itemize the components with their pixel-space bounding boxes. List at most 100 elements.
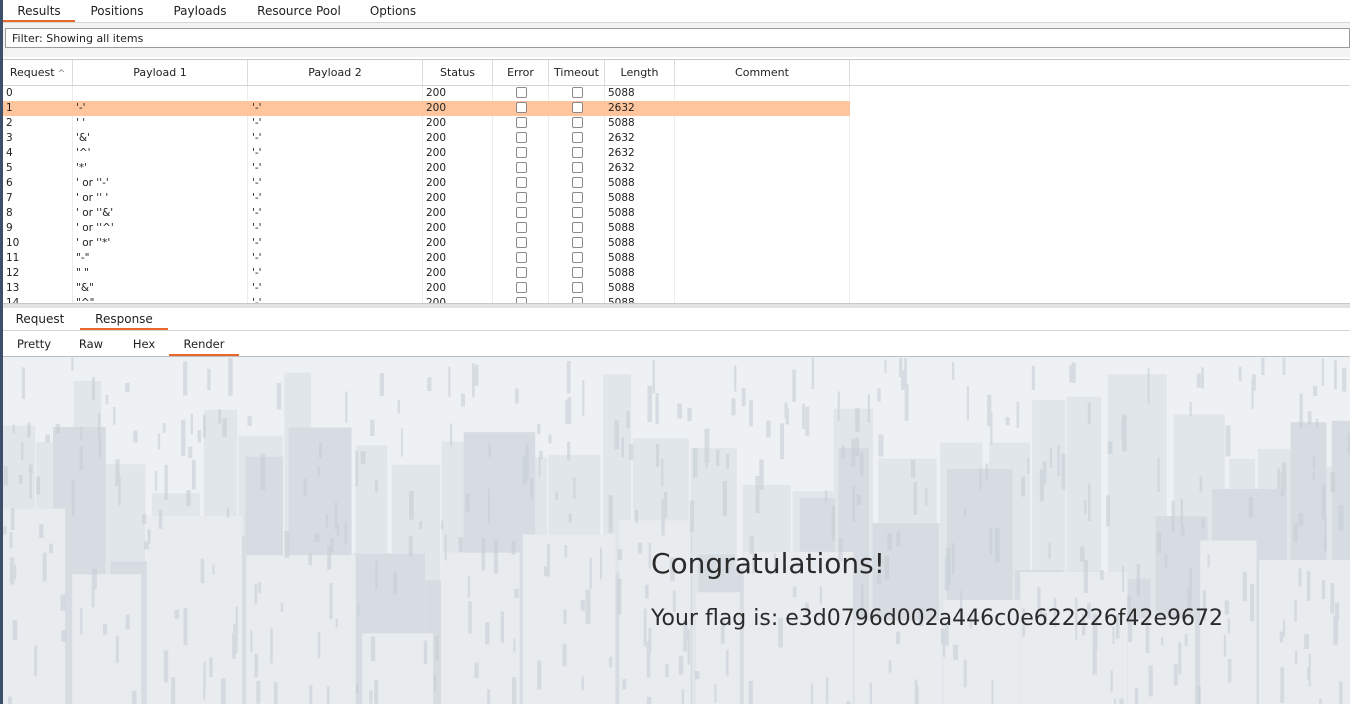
cell-payload2: '-' <box>252 102 262 114</box>
cell-request: 9 <box>6 222 13 234</box>
cell-length: 2632 <box>608 162 635 174</box>
cell-payload2: '-' <box>252 162 262 174</box>
table-row[interactable]: 2 ' ' '-' 200 5088 <box>3 116 850 131</box>
cell-length: 5088 <box>608 177 635 189</box>
table-row[interactable]: 1 '-' '-' 200 2632 <box>3 101 850 116</box>
cell-payload2: '-' <box>252 282 262 294</box>
cell-payload1: '^' <box>76 147 91 159</box>
rendered-response: Congratulations! Your flag is: e3d0796d0… <box>3 357 1350 704</box>
cell-payload2: '-' <box>252 177 262 189</box>
error-checkbox <box>516 192 527 203</box>
cell-length: 2632 <box>608 147 635 159</box>
cell-payload2: '-' <box>252 237 262 249</box>
cell-status: 200 <box>426 132 447 144</box>
cell-status: 200 <box>426 87 447 99</box>
timeout-checkbox <box>572 282 583 293</box>
cell-status: 200 <box>426 102 447 114</box>
column-header-error[interactable]: Error <box>493 60 549 85</box>
cell-payload1: '&' <box>76 132 90 144</box>
cell-status: 200 <box>426 237 447 249</box>
timeout-checkbox <box>572 237 583 248</box>
column-header-label: Request <box>9 66 55 79</box>
cell-length: 2632 <box>608 102 635 114</box>
cell-length: 5088 <box>608 252 635 264</box>
error-checkbox <box>516 177 527 188</box>
tab-options[interactable]: Options <box>361 0 425 21</box>
timeout-checkbox <box>572 252 583 263</box>
cell-status: 200 <box>426 282 447 294</box>
timeout-checkbox <box>572 132 583 143</box>
column-header-status[interactable]: Status <box>423 60 493 85</box>
table-row[interactable]: 9 ' or ''^' '-' 200 5088 <box>3 221 850 236</box>
timeout-checkbox <box>572 207 583 218</box>
table-body: 0 200 5088 1 '-' '-' 200 2632 2 ' ' '-' 200 5088 3 '&'… <box>3 86 1350 304</box>
timeout-checkbox <box>572 162 583 173</box>
table-row[interactable]: 0 200 5088 <box>3 86 850 101</box>
cell-status: 200 <box>426 192 447 204</box>
cell-status: 200 <box>426 222 447 234</box>
cell-payload2: '-' <box>252 132 262 144</box>
error-checkbox <box>516 117 527 128</box>
table-row[interactable]: 10 ' or ''*' '-' 200 5088 <box>3 236 850 251</box>
tab-positions[interactable]: Positions <box>83 0 151 21</box>
column-header-timeout[interactable]: Timeout <box>549 60 605 85</box>
tab-resource-pool[interactable]: Resource Pool <box>247 0 351 21</box>
congratulations-heading: Congratulations! <box>651 547 885 580</box>
table-row[interactable]: 12 " " '-' 200 5088 <box>3 266 850 281</box>
timeout-checkbox <box>572 177 583 188</box>
filter-bar[interactable]: Filter: Showing all items <box>5 28 1350 48</box>
cell-length: 5088 <box>608 87 635 99</box>
cell-payload1: ' or '' ' <box>76 192 109 204</box>
timeout-checkbox <box>572 102 583 113</box>
cell-status: 200 <box>426 267 447 279</box>
tab-hex[interactable]: Hex <box>119 333 169 355</box>
column-header-length[interactable]: Length <box>605 60 675 85</box>
cell-request: 12 <box>6 267 20 279</box>
cell-request: 4 <box>6 147 13 159</box>
column-header-request[interactable]: Request ^ <box>3 60 73 85</box>
table-row[interactable]: 8 ' or ''&' '-' 200 5088 <box>3 206 850 221</box>
cell-request: 10 <box>6 237 20 249</box>
tab-pretty[interactable]: Pretty <box>7 333 61 355</box>
tab-raw[interactable]: Raw <box>67 333 115 355</box>
table-header: Request ^ Payload 1 Payload 2 Status Erro… <box>3 60 1350 86</box>
column-header-payload2[interactable]: Payload 2 <box>248 60 423 85</box>
cell-request: 3 <box>6 132 13 144</box>
table-row[interactable]: 3 '&' '-' 200 2632 <box>3 131 850 146</box>
cell-payload2: '-' <box>252 252 262 264</box>
tab-request[interactable]: Request <box>7 308 73 329</box>
cell-payload1: '-' <box>76 102 86 114</box>
cell-request: 0 <box>6 87 13 99</box>
table-row[interactable]: 11 "-" '-' 200 5088 <box>3 251 850 266</box>
timeout-checkbox <box>572 147 583 158</box>
cell-request: 2 <box>6 117 13 129</box>
tab-response[interactable]: Response <box>80 308 168 330</box>
timeout-checkbox <box>572 222 583 233</box>
column-header-payload1[interactable]: Payload 1 <box>73 60 248 85</box>
cell-length: 5088 <box>608 207 635 219</box>
tab-render[interactable]: Render <box>169 333 239 356</box>
cell-payload1: ' or ''^' <box>76 222 114 234</box>
window-left-edge <box>0 0 3 704</box>
tab-payloads[interactable]: Payloads <box>163 0 237 21</box>
cell-payload2: '-' <box>252 192 262 204</box>
cell-length: 5088 <box>608 117 635 129</box>
error-checkbox <box>516 237 527 248</box>
cell-length: 5088 <box>608 282 635 294</box>
cell-request: 1 <box>6 102 13 114</box>
table-row[interactable]: 4 '^' '-' 200 2632 <box>3 146 850 161</box>
table-row[interactable]: 7 ' or '' ' '-' 200 5088 <box>3 191 850 206</box>
error-checkbox <box>516 87 527 98</box>
timeout-checkbox <box>572 267 583 278</box>
cell-length: 5088 <box>608 267 635 279</box>
cell-payload1: " " <box>76 267 89 279</box>
error-checkbox <box>516 147 527 158</box>
table-row[interactable]: 6 ' or ''-' '-' 200 5088 <box>3 176 850 191</box>
flag-text: Your flag is: e3d0796d002a446c0e622226f4… <box>651 606 1224 631</box>
column-header-comment[interactable]: Comment <box>675 60 850 85</box>
cell-payload1: "&" <box>76 282 94 294</box>
tab-results[interactable]: Results <box>3 0 75 22</box>
cell-status: 200 <box>426 162 447 174</box>
table-row[interactable]: 13 "&" '-' 200 5088 <box>3 281 850 296</box>
table-row[interactable]: 5 '*' '-' 200 2632 <box>3 161 850 176</box>
